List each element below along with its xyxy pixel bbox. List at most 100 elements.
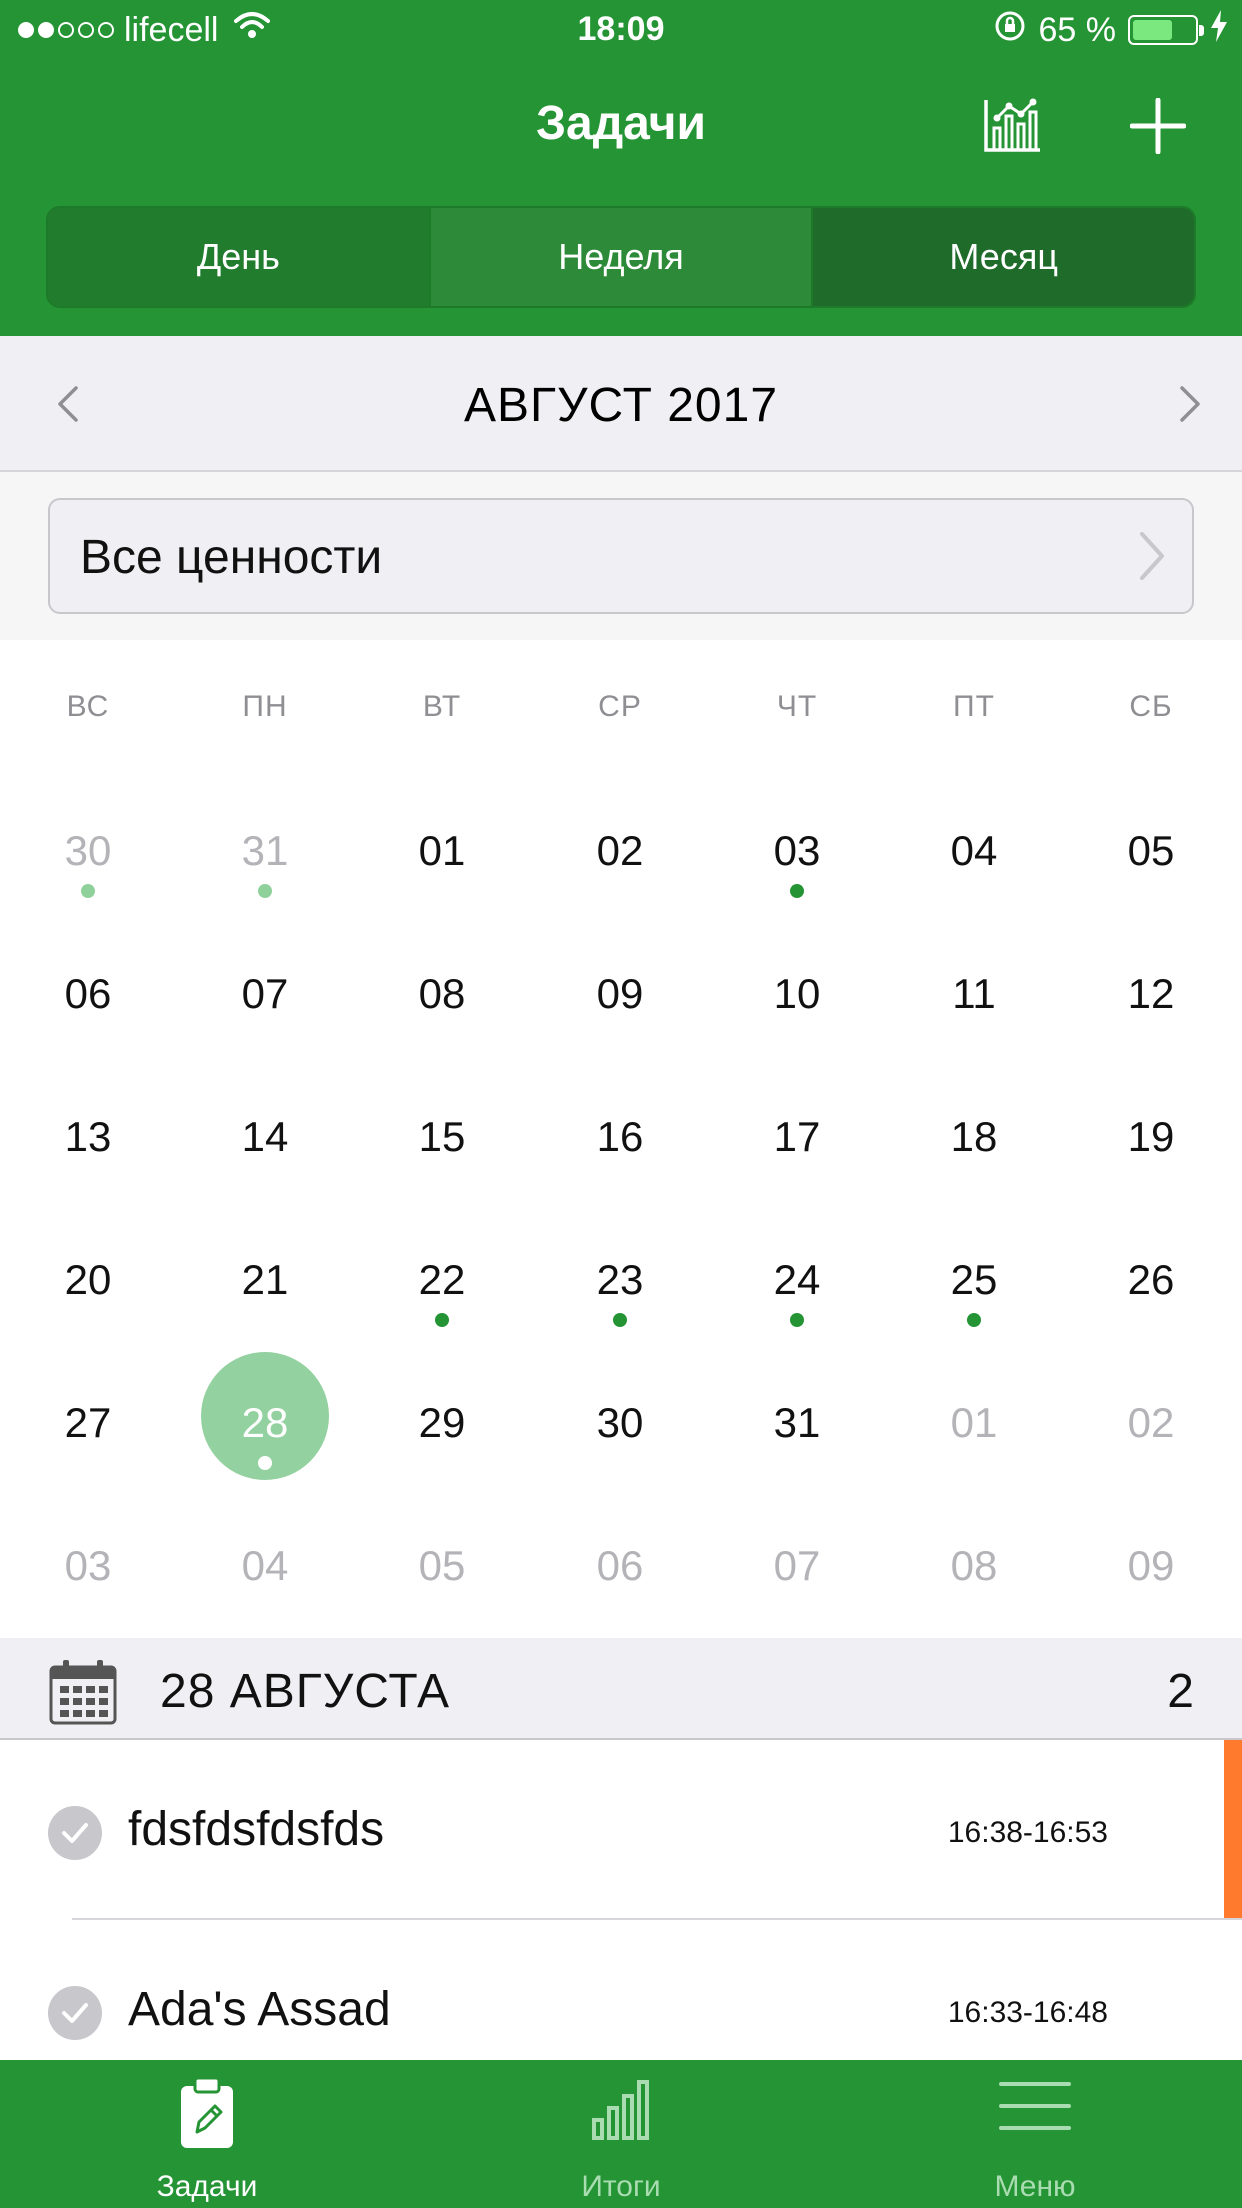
- tab-results[interactable]: Итоги: [414, 2060, 828, 2208]
- calendar-day[interactable]: 26: [1091, 1255, 1211, 1385]
- task-indicator-dot: [967, 1313, 981, 1327]
- month-navigation: АВГУСТ 2017: [0, 336, 1242, 472]
- task-row[interactable]: fdsfdsfdsfds 16:38-16:53: [0, 1740, 1242, 1920]
- day-number: 07: [773, 1542, 821, 1589]
- calendar-day[interactable]: 19: [1091, 1112, 1211, 1242]
- calendar-day[interactable]: 16: [560, 1112, 680, 1242]
- calendar-day[interactable]: 20: [28, 1255, 148, 1385]
- calendar-day[interactable]: 29: [382, 1398, 502, 1528]
- calendar-day[interactable]: 02: [1091, 1398, 1211, 1528]
- day-number: 21: [241, 1256, 289, 1303]
- calendar-day[interactable]: 06: [28, 969, 148, 1099]
- day-number: 06: [596, 1542, 644, 1589]
- calendar-day[interactable]: 24: [737, 1255, 857, 1385]
- task-row[interactable]: Ada's Assad 16:33-16:48: [0, 1920, 1242, 2060]
- bar-chart-icon: [592, 2080, 649, 2140]
- calendar-day[interactable]: 01: [914, 1398, 1034, 1528]
- clipboard-pencil-icon: [181, 2076, 233, 2148]
- weekday-label: ВТ: [422, 690, 462, 723]
- tab-label: Задачи: [156, 2170, 258, 2203]
- calendar-day[interactable]: 31: [205, 826, 325, 956]
- stats-button[interactable]: [972, 86, 1052, 166]
- selected-day-header: 28 АВГУСТА 2: [0, 1638, 1242, 1740]
- task-time: 16:38-16:53: [947, 1816, 1108, 1849]
- segment-day[interactable]: День: [48, 208, 431, 306]
- task-indicator-dot: [613, 1313, 627, 1327]
- tab-menu[interactable]: Меню: [828, 2060, 1242, 2208]
- complete-task-button[interactable]: [48, 1986, 102, 2040]
- day-number: 08: [950, 1542, 998, 1589]
- day-number: 10: [773, 970, 821, 1017]
- complete-task-button[interactable]: [48, 1806, 102, 1860]
- task-indicator-dot: [790, 1313, 804, 1327]
- day-number: 08: [418, 970, 466, 1017]
- calendar-day[interactable]: 12: [1091, 969, 1211, 1099]
- next-month-button[interactable]: [1160, 372, 1220, 436]
- values-filter-button[interactable]: Все ценности: [48, 498, 1194, 614]
- day-number: 15: [418, 1113, 466, 1160]
- calendar-day[interactable]: 11: [914, 969, 1034, 1099]
- calendar-day[interactable]: 18: [914, 1112, 1034, 1242]
- calendar-day[interactable]: 23: [560, 1255, 680, 1385]
- calendar-day[interactable]: 14: [205, 1112, 325, 1242]
- task-indicator-dot: [435, 1313, 449, 1327]
- day-number: 04: [950, 827, 998, 874]
- calendar-day[interactable]: 13: [28, 1112, 148, 1242]
- day-number: 09: [596, 970, 644, 1017]
- checkmark-icon: [62, 1823, 88, 1843]
- day-number: 12: [1127, 970, 1175, 1017]
- calendar-day[interactable]: 02: [560, 826, 680, 956]
- day-number: 27: [64, 1399, 112, 1446]
- day-number: 06: [64, 970, 112, 1017]
- task-list: fdsfdsfdsfds 16:38-16:53 Ada's Assad 16:…: [0, 1740, 1242, 2060]
- task-indicator-dot: [258, 1456, 272, 1470]
- day-number: 23: [596, 1256, 644, 1303]
- page-title: Задачи: [535, 97, 707, 150]
- segment-week[interactable]: Неделя: [430, 208, 814, 306]
- tab-label: Меню: [994, 2170, 1076, 2203]
- calendar-day[interactable]: 17: [737, 1112, 857, 1242]
- bottom-tab-bar: Задачи Итоги Меню: [0, 2060, 1242, 2208]
- calendar-day[interactable]: 30: [560, 1398, 680, 1528]
- tab-tasks[interactable]: Задачи: [0, 2060, 414, 2208]
- day-number: 29: [418, 1399, 466, 1446]
- weekday-header: ВС ПН ВТ СР ЧТ ПТ СБ: [0, 690, 1242, 730]
- task-count: 2: [1167, 1665, 1194, 1718]
- calendar-day[interactable]: 04: [914, 826, 1034, 956]
- battery-icon: [1128, 15, 1204, 45]
- day-number: 01: [418, 827, 466, 874]
- day-number: 09: [1127, 1542, 1175, 1589]
- day-number: 24: [773, 1256, 821, 1303]
- task-indicator-dot: [81, 884, 95, 898]
- day-number: 17: [773, 1113, 821, 1160]
- hamburger-menu-icon: [999, 2082, 1071, 2130]
- calendar-day[interactable]: 07: [205, 969, 325, 1099]
- weekday-label: СР: [598, 690, 642, 723]
- day-number: 31: [241, 827, 289, 874]
- calendar-day[interactable]: 15: [382, 1112, 502, 1242]
- calendar-day[interactable]: 10: [737, 969, 857, 1099]
- checkmark-icon: [62, 2003, 88, 2023]
- weekday-label: ЧТ: [776, 690, 818, 723]
- stats-chart-icon: [984, 98, 1040, 152]
- calendar-day-selected[interactable]: 28: [201, 1352, 329, 1528]
- segment-month[interactable]: Месяц: [813, 208, 1194, 306]
- calendar-day[interactable]: 25: [914, 1255, 1034, 1385]
- day-number: 30: [596, 1399, 644, 1446]
- calendar-day[interactable]: 22: [382, 1255, 502, 1385]
- calendar-day[interactable]: 27: [28, 1398, 148, 1528]
- task-indicator-dot: [790, 884, 804, 898]
- calendar-day[interactable]: 01: [382, 826, 502, 956]
- calendar-day[interactable]: 05: [1091, 826, 1211, 956]
- calendar-day[interactable]: 31: [737, 1398, 857, 1528]
- day-number: 20: [64, 1256, 112, 1303]
- weekday-label: СБ: [1129, 690, 1173, 723]
- calendar-day[interactable]: 03: [737, 826, 857, 956]
- calendar-day[interactable]: 09: [560, 969, 680, 1099]
- calendar-day[interactable]: 30: [28, 826, 148, 956]
- weekday-label: ВС: [66, 690, 110, 723]
- plus-icon: [1130, 98, 1186, 154]
- add-task-button[interactable]: [1118, 86, 1198, 166]
- calendar-day[interactable]: 08: [382, 969, 502, 1099]
- day-number: 18: [950, 1113, 998, 1160]
